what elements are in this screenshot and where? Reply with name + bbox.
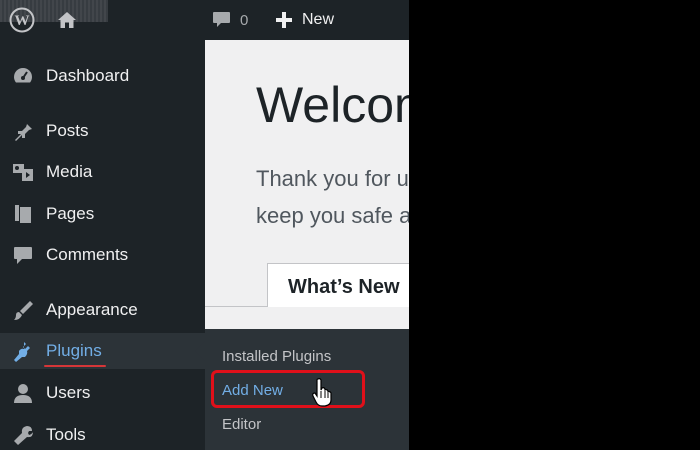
plus-icon bbox=[276, 12, 292, 28]
sidebar-item-dashboard[interactable]: Dashboard bbox=[0, 58, 205, 94]
comments-count: 0 bbox=[240, 11, 249, 29]
tab-whats-new[interactable]: What’s New bbox=[267, 263, 409, 307]
sidebar-item-label: Tools bbox=[46, 425, 86, 444]
hand-cursor-icon bbox=[312, 378, 332, 407]
pushpin-icon bbox=[11, 119, 35, 143]
paintbrush-icon bbox=[11, 298, 35, 322]
wordpress-logo-button[interactable]: W bbox=[6, 0, 38, 40]
sidebar-item-posts[interactable]: Posts bbox=[0, 113, 205, 149]
svg-text:W: W bbox=[15, 13, 30, 29]
active-menu-arrow bbox=[195, 341, 205, 361]
submenu-item-installed-plugins[interactable]: Installed Plugins bbox=[222, 348, 331, 365]
sidebar-item-label: Dashboard bbox=[46, 66, 130, 85]
sidebar-item-label: Appearance bbox=[46, 300, 138, 319]
submenu-item-editor[interactable]: Editor bbox=[222, 416, 261, 433]
sidebar-item-tools[interactable]: Tools bbox=[0, 417, 205, 450]
sidebar-item-plugins[interactable]: Plugins bbox=[0, 333, 205, 369]
sidebar-item-pages[interactable]: Pages bbox=[0, 196, 205, 232]
comment-bubble-icon bbox=[213, 12, 230, 27]
home-icon bbox=[58, 12, 76, 28]
welcome-text-line-1: Thank you for updating to the latest ver… bbox=[256, 166, 409, 191]
pages-icon bbox=[11, 202, 35, 226]
admin-sidebar: Dashboard Posts Media Pages Comments App… bbox=[0, 40, 205, 450]
sidebar-item-comments[interactable]: Comments bbox=[0, 237, 205, 273]
user-icon bbox=[11, 381, 35, 405]
comments-button[interactable]: 0 bbox=[212, 0, 248, 40]
wrench-icon bbox=[11, 423, 35, 447]
sidebar-item-label: Media bbox=[46, 162, 93, 181]
annotation-highlight-box bbox=[211, 370, 365, 408]
sidebar-item-label: Pages bbox=[46, 204, 95, 223]
new-content-button[interactable]: New bbox=[276, 0, 334, 40]
sidebar-item-appearance[interactable]: Appearance bbox=[0, 292, 205, 328]
annotation-underline bbox=[44, 365, 106, 367]
media-icon bbox=[11, 160, 35, 184]
sidebar-item-label: Users bbox=[46, 383, 91, 402]
admin-bar: W 0 New bbox=[0, 0, 409, 40]
site-home-button[interactable] bbox=[55, 0, 79, 40]
dashboard-icon bbox=[11, 64, 35, 88]
main-content: Welcome to WordPress! Thank you for upda… bbox=[205, 40, 409, 329]
welcome-text: Thank you for updating to the latest ver… bbox=[256, 160, 409, 234]
comment-bubble-icon bbox=[11, 243, 35, 267]
sidebar-item-label: Plugins bbox=[46, 341, 102, 360]
sidebar-item-label: Posts bbox=[46, 121, 89, 140]
sidebar-item-media[interactable]: Media bbox=[0, 154, 205, 190]
sidebar-item-users[interactable]: Users bbox=[0, 375, 205, 411]
welcome-title: Welcome to WordPress! bbox=[256, 77, 409, 133]
wordpress-logo-icon: W bbox=[9, 7, 35, 33]
welcome-text-line-2: keep you safe and secure. bbox=[256, 203, 409, 228]
sidebar-item-label: Comments bbox=[46, 245, 129, 264]
plugin-icon bbox=[11, 339, 35, 363]
new-label: New bbox=[302, 11, 335, 28]
